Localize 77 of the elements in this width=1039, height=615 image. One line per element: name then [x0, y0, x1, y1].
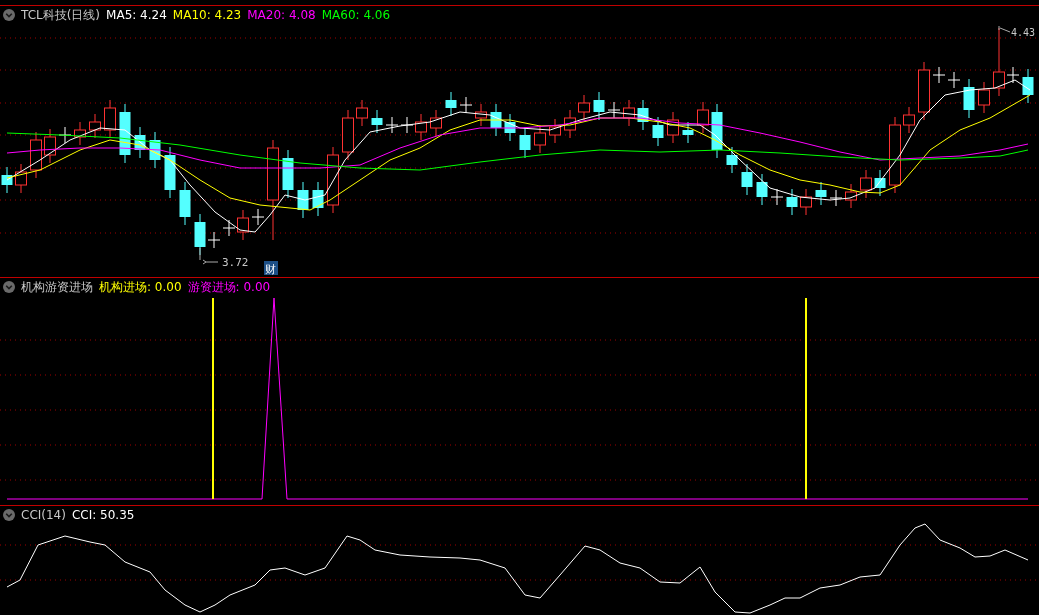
candlestick — [549, 118, 561, 144]
candlestick — [164, 146, 176, 199]
indicator-value: MA10: 4.23 — [172, 8, 242, 22]
candlestick — [963, 78, 975, 119]
candlestick — [15, 163, 27, 194]
indicator-value: CCI: 50.35 — [71, 508, 135, 522]
candlestick — [342, 109, 354, 161]
candlestick — [918, 61, 930, 121]
candlestick — [44, 128, 56, 164]
indicator-title: TCL科技(日线) — [21, 6, 101, 24]
candlestick — [593, 91, 605, 121]
candlestick — [119, 103, 131, 164]
candlestick — [978, 81, 990, 114]
leader-line — [998, 25, 1011, 33]
low-price-label: 3.72 — [222, 256, 249, 269]
candlestick — [741, 163, 753, 196]
candlestick — [845, 183, 857, 209]
candlestick — [607, 101, 621, 119]
candlestick — [519, 126, 531, 159]
candlestick — [297, 181, 309, 219]
candlestick — [1, 166, 13, 194]
candlestick — [711, 103, 723, 159]
indicator-value: 机构进场: 0.00 — [99, 278, 182, 296]
indicator-value: 游资进场: 0.00 — [187, 278, 271, 296]
candlestick — [947, 71, 961, 89]
candlestick — [504, 113, 516, 142]
candlestick — [134, 126, 146, 159]
candlestick — [89, 113, 101, 139]
candlestick — [770, 188, 784, 206]
candlestick — [860, 169, 872, 199]
candlestick — [829, 189, 843, 207]
candlestick — [179, 181, 191, 226]
candlestick — [667, 111, 679, 144]
candlestick — [104, 99, 116, 139]
candlestick — [459, 96, 473, 114]
finance-badge[interactable]: 财 — [264, 261, 278, 276]
candlestick — [815, 181, 827, 206]
candlestick — [312, 181, 324, 217]
indicator-value: MA20: 4.08 — [247, 8, 316, 22]
candlestick — [682, 121, 694, 144]
candlestick — [800, 188, 812, 216]
indicator-value: MA5: 4.24 — [106, 8, 167, 22]
candlestick — [327, 146, 339, 214]
candlestick — [534, 124, 546, 154]
candlestick — [282, 149, 294, 199]
indicator-title: 机构游资进场 — [21, 278, 93, 296]
candlestick — [149, 131, 161, 169]
candlestick — [874, 169, 886, 197]
candlestick — [251, 208, 265, 226]
candlestick — [356, 99, 368, 127]
candlestick — [490, 103, 502, 137]
candlestick — [756, 173, 768, 206]
candlestick — [30, 131, 42, 179]
indicator-title: CCI(14) — [21, 508, 66, 522]
candlestick — [697, 101, 709, 134]
candlestick — [74, 121, 86, 146]
candlestick — [623, 99, 635, 127]
leader-line — [199, 247, 219, 265]
candlestick — [1022, 68, 1034, 104]
chevron-down-icon[interactable] — [3, 9, 15, 21]
candlestick — [932, 66, 946, 84]
candlestick — [430, 109, 442, 137]
candlestick — [786, 188, 798, 216]
candlestick — [445, 91, 457, 117]
candlestick — [371, 109, 383, 134]
candlestick — [903, 106, 915, 134]
candlestick — [578, 94, 590, 121]
candlestick — [726, 146, 738, 174]
chevron-down-icon[interactable] — [3, 509, 15, 521]
high-price-label: 4.43 — [1011, 27, 1036, 38]
candlestick — [637, 99, 649, 131]
chevron-down-icon[interactable] — [3, 281, 15, 293]
candlestick — [652, 116, 664, 147]
candlestick — [385, 116, 399, 134]
indicator-value: MA60: 4.06 — [321, 8, 391, 22]
candlestick — [475, 103, 487, 127]
candlestick — [564, 109, 576, 139]
